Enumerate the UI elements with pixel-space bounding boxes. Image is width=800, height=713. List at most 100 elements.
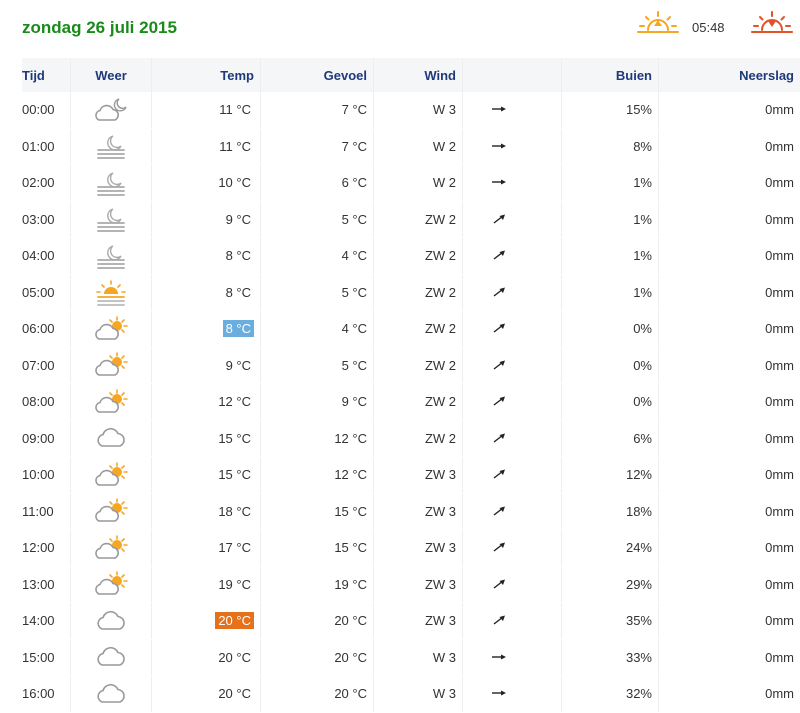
time-cell: 12:00 bbox=[22, 530, 71, 567]
temp-value: 18 °C bbox=[215, 503, 254, 520]
showers-cell: 0% bbox=[562, 311, 659, 348]
wind-direction-cell bbox=[463, 238, 562, 275]
wind-cell: ZW 3 bbox=[374, 603, 463, 640]
table-row: 01:0011 °C7 °CW 28%0mm bbox=[22, 128, 800, 165]
weather-cell bbox=[71, 274, 152, 311]
table-row: 07:009 °C5 °CZW 20%0mm bbox=[22, 347, 800, 384]
showers-cell: 1% bbox=[562, 201, 659, 238]
feels-like-cell: 7 °C bbox=[261, 92, 374, 128]
wind-direction-cell bbox=[463, 274, 562, 311]
column-header-weer[interactable]: Weer bbox=[71, 58, 152, 92]
sunset-icon bbox=[750, 8, 794, 38]
wind-direction-cell bbox=[463, 165, 562, 202]
precipitation-cell: 0mm bbox=[659, 238, 800, 275]
wind-arrow-icon bbox=[491, 615, 507, 625]
showers-cell: 35% bbox=[562, 603, 659, 640]
wind-cell: ZW 3 bbox=[374, 566, 463, 603]
showers-cell: 8% bbox=[562, 128, 659, 165]
wind-arrow-icon bbox=[491, 396, 507, 406]
precipitation-cell: 0mm bbox=[659, 457, 800, 494]
temp-value: 8 °C bbox=[223, 320, 254, 337]
feels-like-cell: 5 °C bbox=[261, 274, 374, 311]
table-row: 12:0017 °C15 °CZW 324%0mm bbox=[22, 530, 800, 567]
wind-cell: W 2 bbox=[374, 128, 463, 165]
partly-cloudy-sun-icon bbox=[93, 534, 129, 562]
wind-arrow-icon bbox=[491, 287, 507, 297]
temp-value: 15 °C bbox=[215, 430, 254, 447]
wind-direction-cell bbox=[463, 128, 562, 165]
sunrise-icon bbox=[636, 8, 680, 38]
precipitation-cell: 0mm bbox=[659, 201, 800, 238]
precipitation-cell: 0mm bbox=[659, 384, 800, 421]
night-fog-moon-icon bbox=[93, 169, 129, 197]
weather-cell bbox=[71, 603, 152, 640]
showers-cell: 29% bbox=[562, 566, 659, 603]
wind-direction-cell bbox=[463, 566, 562, 603]
precipitation-cell: 0mm bbox=[659, 493, 800, 530]
wind-cell: ZW 2 bbox=[374, 201, 463, 238]
feels-like-cell: 5 °C bbox=[261, 347, 374, 384]
showers-cell: 33% bbox=[562, 639, 659, 676]
table-row: 04:008 °C4 °CZW 21%0mm bbox=[22, 238, 800, 275]
wind-cell: W 2 bbox=[374, 165, 463, 202]
wind-arrow-icon bbox=[491, 141, 507, 151]
column-header-buien[interactable]: Buien bbox=[562, 58, 659, 92]
showers-cell: 0% bbox=[562, 384, 659, 421]
temp-cell: 19 °C bbox=[152, 566, 261, 603]
showers-cell: 1% bbox=[562, 238, 659, 275]
table-row: 16:0020 °C20 °CW 332%0mm bbox=[22, 676, 800, 713]
wind-cell: ZW 2 bbox=[374, 238, 463, 275]
precipitation-cell: 0mm bbox=[659, 347, 800, 384]
temp-cell: 18 °C bbox=[152, 493, 261, 530]
cloud-icon bbox=[93, 424, 129, 452]
weather-cell bbox=[71, 676, 152, 713]
temp-cell: 12 °C bbox=[152, 384, 261, 421]
time-cell: 00:00 bbox=[22, 92, 71, 128]
time-cell: 03:00 bbox=[22, 201, 71, 238]
temp-cell: 11 °C bbox=[152, 92, 261, 128]
showers-cell: 12% bbox=[562, 457, 659, 494]
partly-cloudy-sun-icon bbox=[93, 315, 129, 343]
partly-cloudy-sun-icon bbox=[93, 351, 129, 379]
temp-value: 9 °C bbox=[223, 357, 254, 374]
wind-cell: ZW 3 bbox=[374, 457, 463, 494]
temp-cell: 9 °C bbox=[152, 347, 261, 384]
wind-cell: ZW 2 bbox=[374, 311, 463, 348]
temp-value: 10 °C bbox=[215, 174, 254, 191]
column-header-wind[interactable]: Wind bbox=[374, 58, 463, 92]
precipitation-cell: 0mm bbox=[659, 420, 800, 457]
time-cell: 08:00 bbox=[22, 384, 71, 421]
wind-direction-cell bbox=[463, 347, 562, 384]
table-row: 10:0015 °C12 °CZW 312%0mm bbox=[22, 457, 800, 494]
wind-cell: ZW 2 bbox=[374, 420, 463, 457]
column-header-tijd[interactable]: Tijd bbox=[22, 58, 71, 92]
feels-like-cell: 12 °C bbox=[261, 457, 374, 494]
table-row: 03:009 °C5 °CZW 21%0mm bbox=[22, 201, 800, 238]
time-cell: 06:00 bbox=[22, 311, 71, 348]
table-row: 06:008 °C4 °CZW 20%0mm bbox=[22, 311, 800, 348]
showers-cell: 1% bbox=[562, 274, 659, 311]
column-header-neerslag[interactable]: Neerslag bbox=[659, 58, 800, 92]
cloud-icon bbox=[93, 643, 129, 671]
night-fog-moon-icon bbox=[93, 132, 129, 160]
wind-cell: ZW 3 bbox=[374, 493, 463, 530]
weather-cell bbox=[71, 420, 152, 457]
temp-value: 9 °C bbox=[223, 211, 254, 228]
feels-like-cell: 20 °C bbox=[261, 639, 374, 676]
column-header-temp[interactable]: Temp bbox=[152, 58, 261, 92]
wind-arrow-icon bbox=[491, 104, 507, 114]
precipitation-cell: 0mm bbox=[659, 92, 800, 128]
wind-arrow-icon bbox=[491, 433, 507, 443]
time-cell: 01:00 bbox=[22, 128, 71, 165]
column-header-gevoel[interactable]: Gevoel bbox=[261, 58, 374, 92]
time-cell: 13:00 bbox=[22, 566, 71, 603]
wind-direction-cell bbox=[463, 457, 562, 494]
partly-cloudy-sun-icon bbox=[93, 388, 129, 416]
weather-cell bbox=[71, 457, 152, 494]
wind-arrow-icon bbox=[491, 177, 507, 187]
temp-value: 12 °C bbox=[215, 393, 254, 410]
feels-like-cell: 19 °C bbox=[261, 566, 374, 603]
temp-cell: 15 °C bbox=[152, 457, 261, 494]
temp-value: 11 °C bbox=[216, 138, 254, 155]
feels-like-cell: 15 °C bbox=[261, 493, 374, 530]
